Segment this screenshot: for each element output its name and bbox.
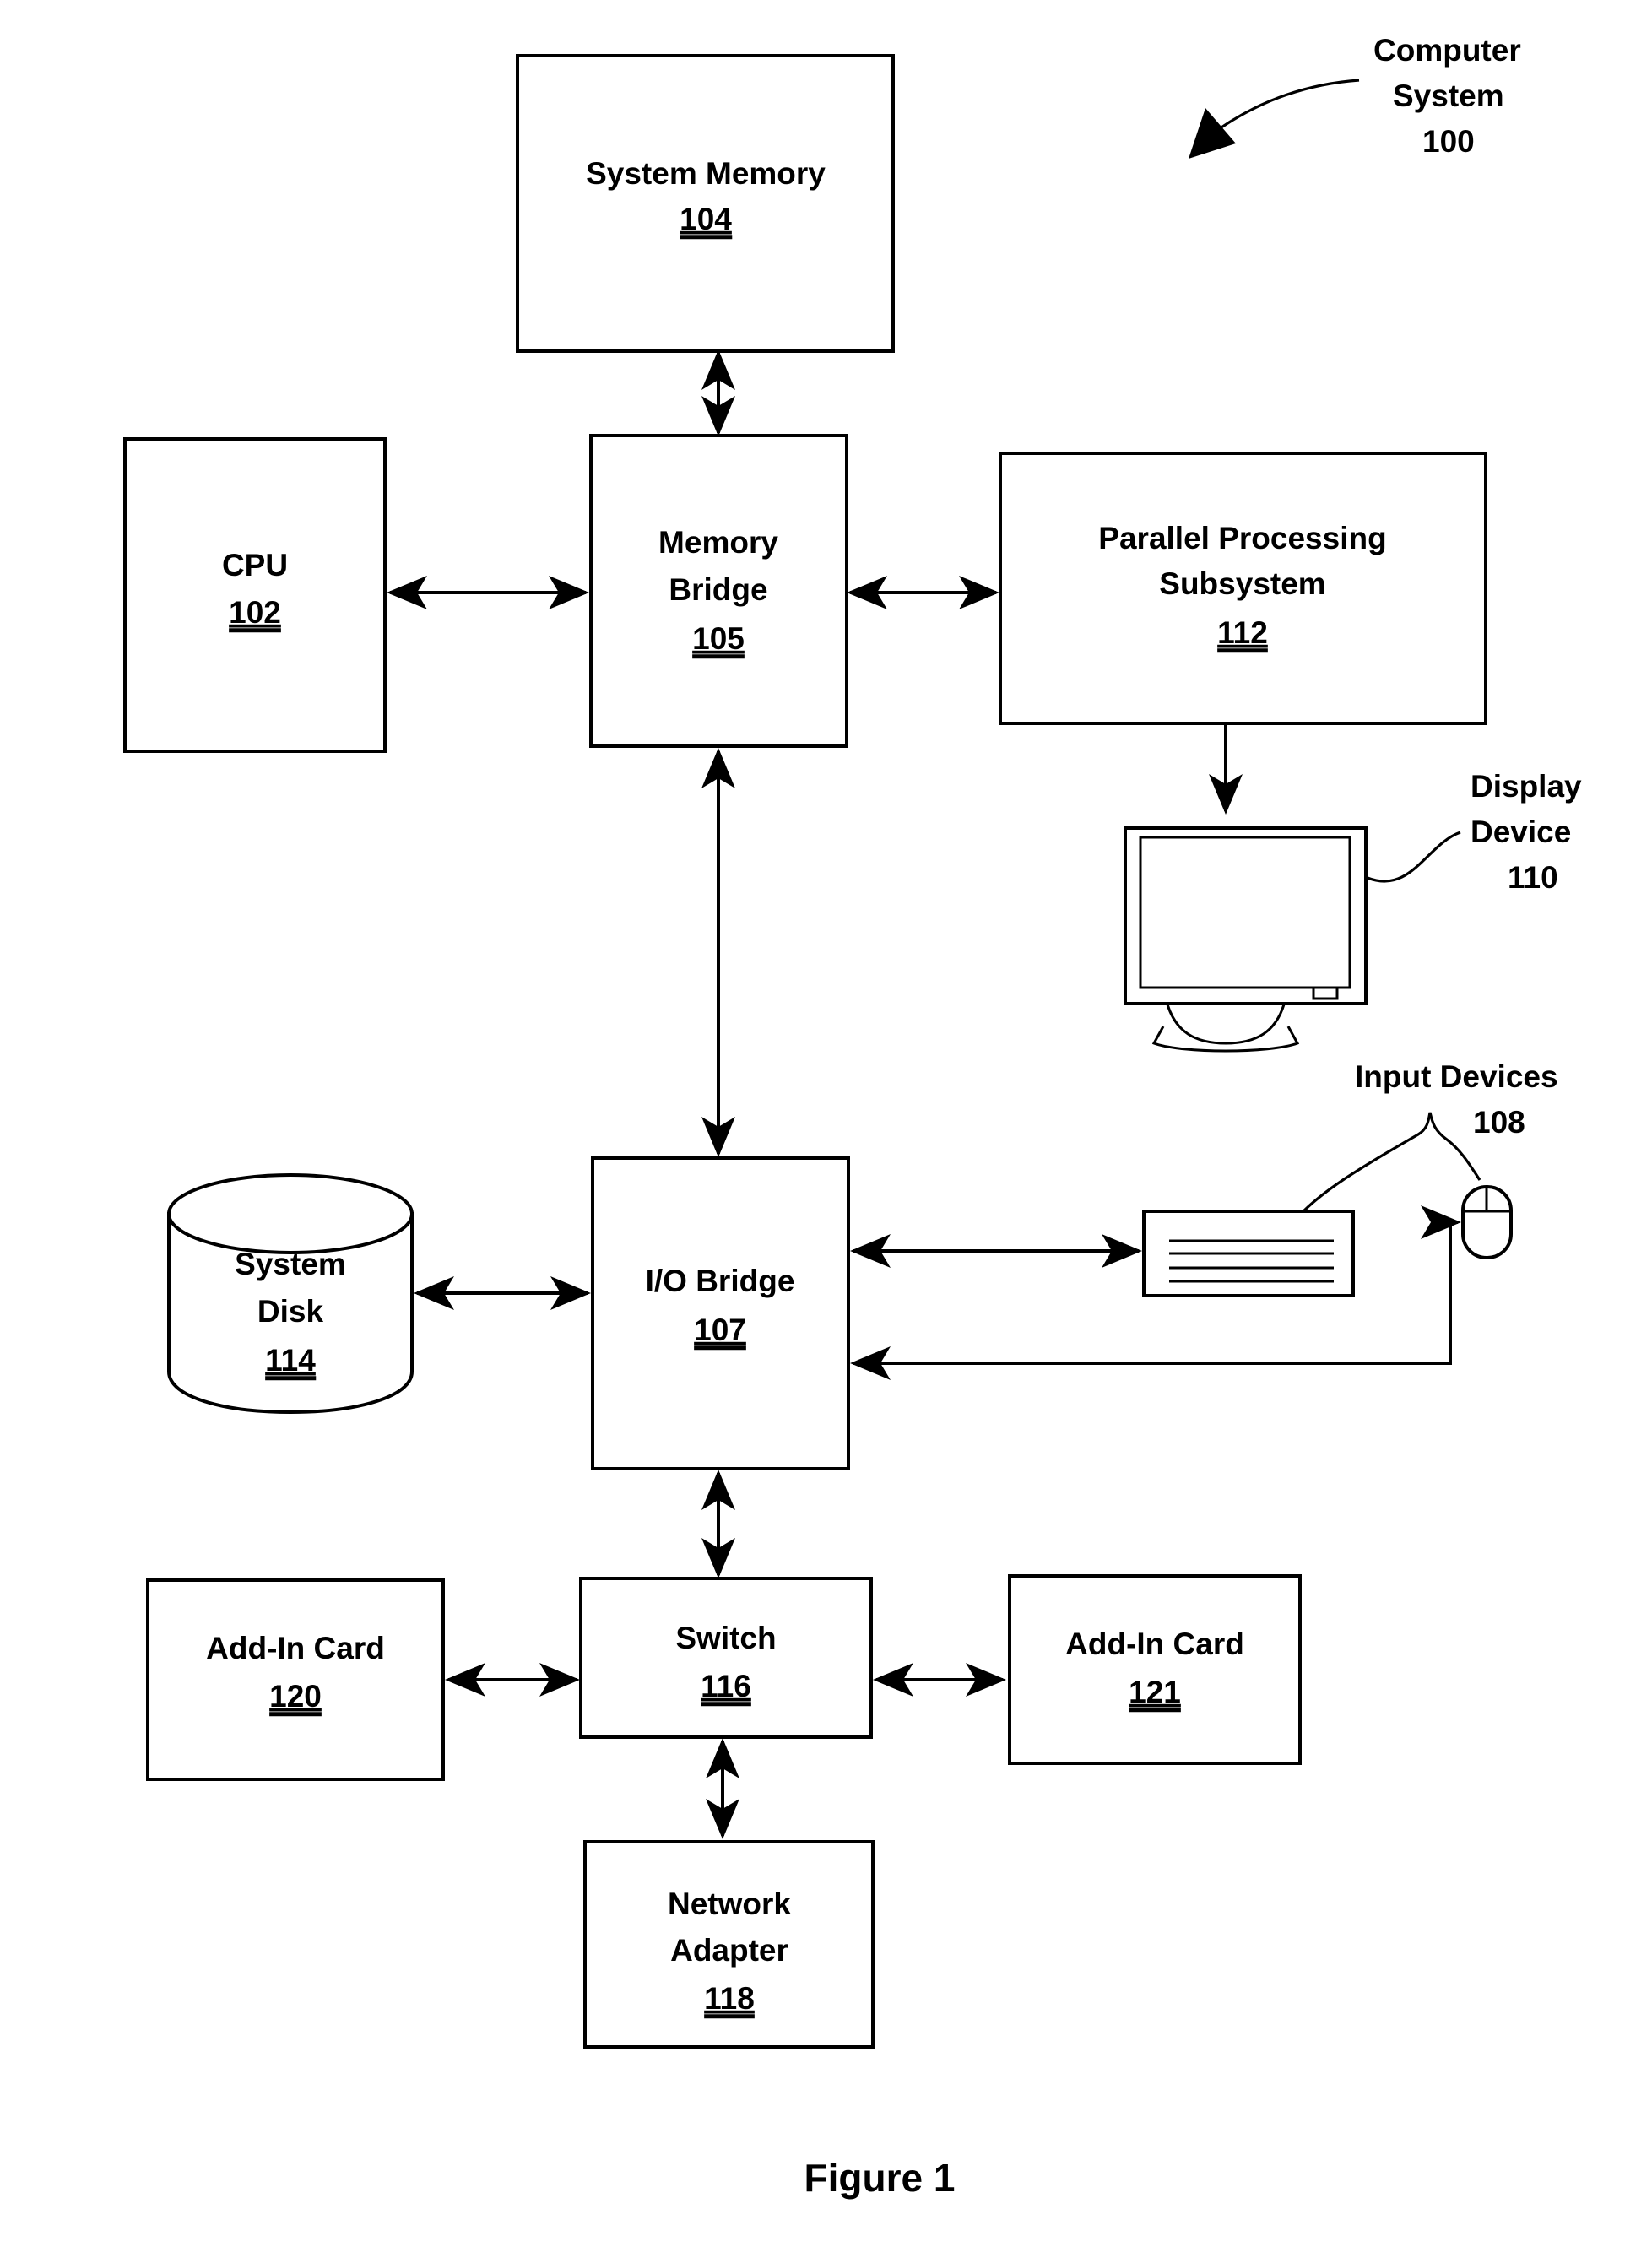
display-device-label-line1: Display (1471, 769, 1582, 804)
add-in-card-121-box (1008, 1574, 1302, 1765)
switch-label: Switch (675, 1621, 776, 1655)
block-add-in-card-121[interactable]: Add-In Card 121 (1008, 1574, 1302, 1765)
add-in-card-121-label: Add-In Card (1065, 1627, 1244, 1661)
system-disk-label-line1: System (235, 1247, 346, 1281)
system-disk-cylinder-top (167, 1173, 414, 1254)
input-devices-ref: 108 (1473, 1105, 1525, 1140)
memory-bridge-label-line1: Memory (658, 525, 778, 560)
cpu-ref: 102 (229, 595, 281, 630)
block-memory-bridge[interactable]: Memory Bridge 105 (589, 434, 848, 748)
io-bridge-label: I/O Bridge (646, 1264, 795, 1298)
system-memory-ref: 104 (680, 202, 732, 236)
figure-caption: Figure 1 (804, 2156, 956, 2200)
network-adapter-ref: 118 (704, 1981, 755, 2016)
block-network-adapter[interactable]: Network Adapter 118 (583, 1840, 875, 2049)
monitor-power-indicator (1312, 986, 1339, 1000)
monitor-screen (1139, 836, 1351, 989)
block-add-in-card-120[interactable]: Add-In Card 120 (146, 1578, 445, 1781)
block-io-bridge[interactable]: I/O Bridge 107 (591, 1156, 850, 1470)
mouse-icon (1461, 1185, 1513, 1259)
block-system-disk[interactable]: System Disk 114 (167, 1173, 414, 1415)
network-adapter-label-line2: Adapter (670, 1933, 788, 1968)
network-adapter-label-line1: Network (668, 1887, 791, 1921)
io-bridge-ref: 107 (694, 1313, 746, 1347)
pps-ref: 112 (1217, 615, 1268, 650)
block-parallel-processing-subsystem[interactable]: Parallel Processing Subsystem 112 (999, 452, 1487, 725)
block-switch[interactable]: Switch 116 (579, 1577, 873, 1739)
pps-label-line2: Subsystem (1159, 566, 1325, 601)
block-system-memory[interactable]: System Memory 104 (516, 54, 895, 353)
input-devices-label: Input Devices (1355, 1059, 1558, 1094)
pps-label-line1: Parallel Processing (1098, 521, 1386, 555)
figure-canvas: System Memory 104 CPU 102 Memory Bridge … (0, 0, 1652, 2263)
add-in-card-121-ref: 121 (1129, 1675, 1181, 1709)
block-cpu[interactable]: CPU 102 (123, 437, 387, 753)
add-in-card-120-label: Add-In Card (206, 1631, 385, 1665)
system-disk-label-line2: Disk (257, 1294, 324, 1329)
computer-system-label-line1: Computer (1373, 33, 1521, 68)
patent-figure-1: System Memory 104 CPU 102 Memory Bridge … (0, 0, 1652, 2263)
memory-bridge-label-line2: Bridge (669, 572, 767, 607)
memory-bridge-ref: 105 (692, 621, 745, 656)
computer-system-ref: 100 (1422, 124, 1475, 159)
display-device-ref: 110 (1508, 860, 1558, 895)
display-device-label-line2: Device (1471, 815, 1571, 849)
system-memory-label: System Memory (586, 156, 826, 191)
switch-box (579, 1577, 873, 1739)
system-disk-ref: 114 (265, 1343, 316, 1378)
cpu-label: CPU (222, 548, 288, 582)
switch-ref: 116 (701, 1669, 751, 1703)
keyboard-icon (1142, 1210, 1355, 1297)
computer-system-label-line2: System (1393, 79, 1504, 113)
add-in-card-120-ref: 120 (269, 1679, 322, 1713)
